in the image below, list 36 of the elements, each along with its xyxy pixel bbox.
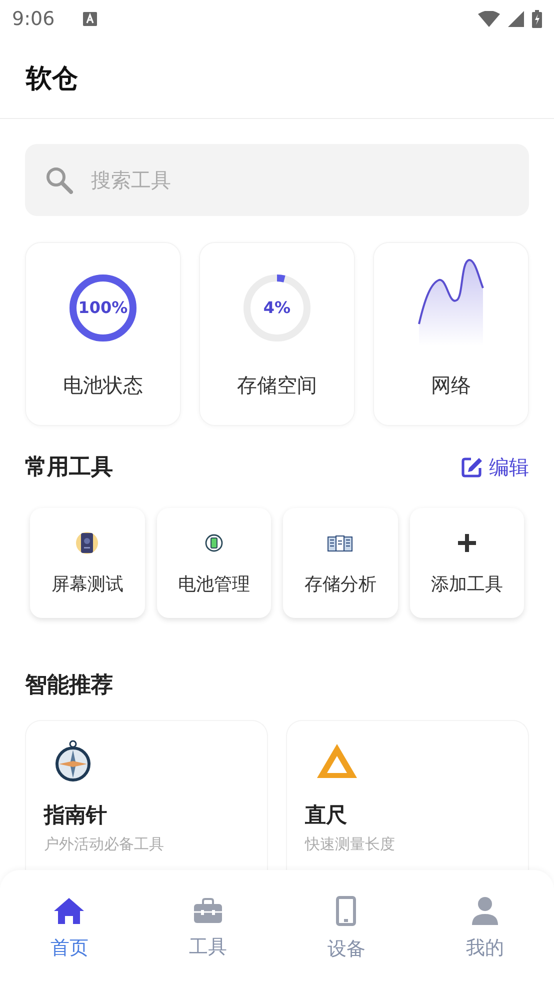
stat-label: 存储空间 (237, 372, 317, 399)
tool-name: 指南针 (44, 802, 107, 829)
section-title: 智能推荐 (25, 672, 114, 700)
keyboard-icon (82, 12, 97, 26)
nav-tab[interactable]: 首页 (0, 896, 138, 962)
tool-tile[interactable]: 屏幕测试 (30, 508, 144, 618)
stat-card[interactable]: 100% 电池状态 (25, 242, 181, 426)
tool-name: 直尺 (305, 802, 347, 829)
tool-tile[interactable]: 添加工具 (410, 508, 524, 618)
status-time: 9:06 (12, 8, 55, 30)
edit-button[interactable]: 编辑 (461, 454, 529, 480)
edit-icon (461, 456, 483, 478)
home-icon (53, 897, 86, 925)
tool-description: 户外活动必备工具 (44, 835, 164, 854)
wifi-icon (478, 11, 500, 27)
person-icon (472, 897, 498, 925)
search-icon (45, 166, 73, 194)
stat-card[interactable]: 网络 (373, 242, 529, 426)
signal-icon (508, 11, 524, 27)
app-title: 软仓 (26, 62, 78, 96)
tool-tile[interactable]: 电池管理 (156, 508, 271, 618)
toolbox-icon (192, 898, 223, 924)
percent-value: 100% (77, 297, 129, 319)
stat-label: 电池状态 (63, 372, 143, 399)
phone-icon (75, 530, 100, 556)
compass-icon (54, 739, 92, 783)
search-field[interactable]: 搜索工具 (25, 144, 529, 216)
stat-card[interactable]: 4% 存储空间 (199, 242, 355, 426)
search-input[interactable]: 搜索工具 (89, 167, 509, 193)
section-title: 常用工具 (25, 454, 113, 482)
stat-label: 网络 (431, 372, 471, 399)
phone-icon (336, 896, 356, 926)
percent-value: 4% (262, 297, 292, 319)
battery-icon (532, 10, 542, 28)
tool-description: 快速测量长度 (305, 835, 395, 854)
tool-tile[interactable]: 存储分析 (283, 508, 398, 618)
